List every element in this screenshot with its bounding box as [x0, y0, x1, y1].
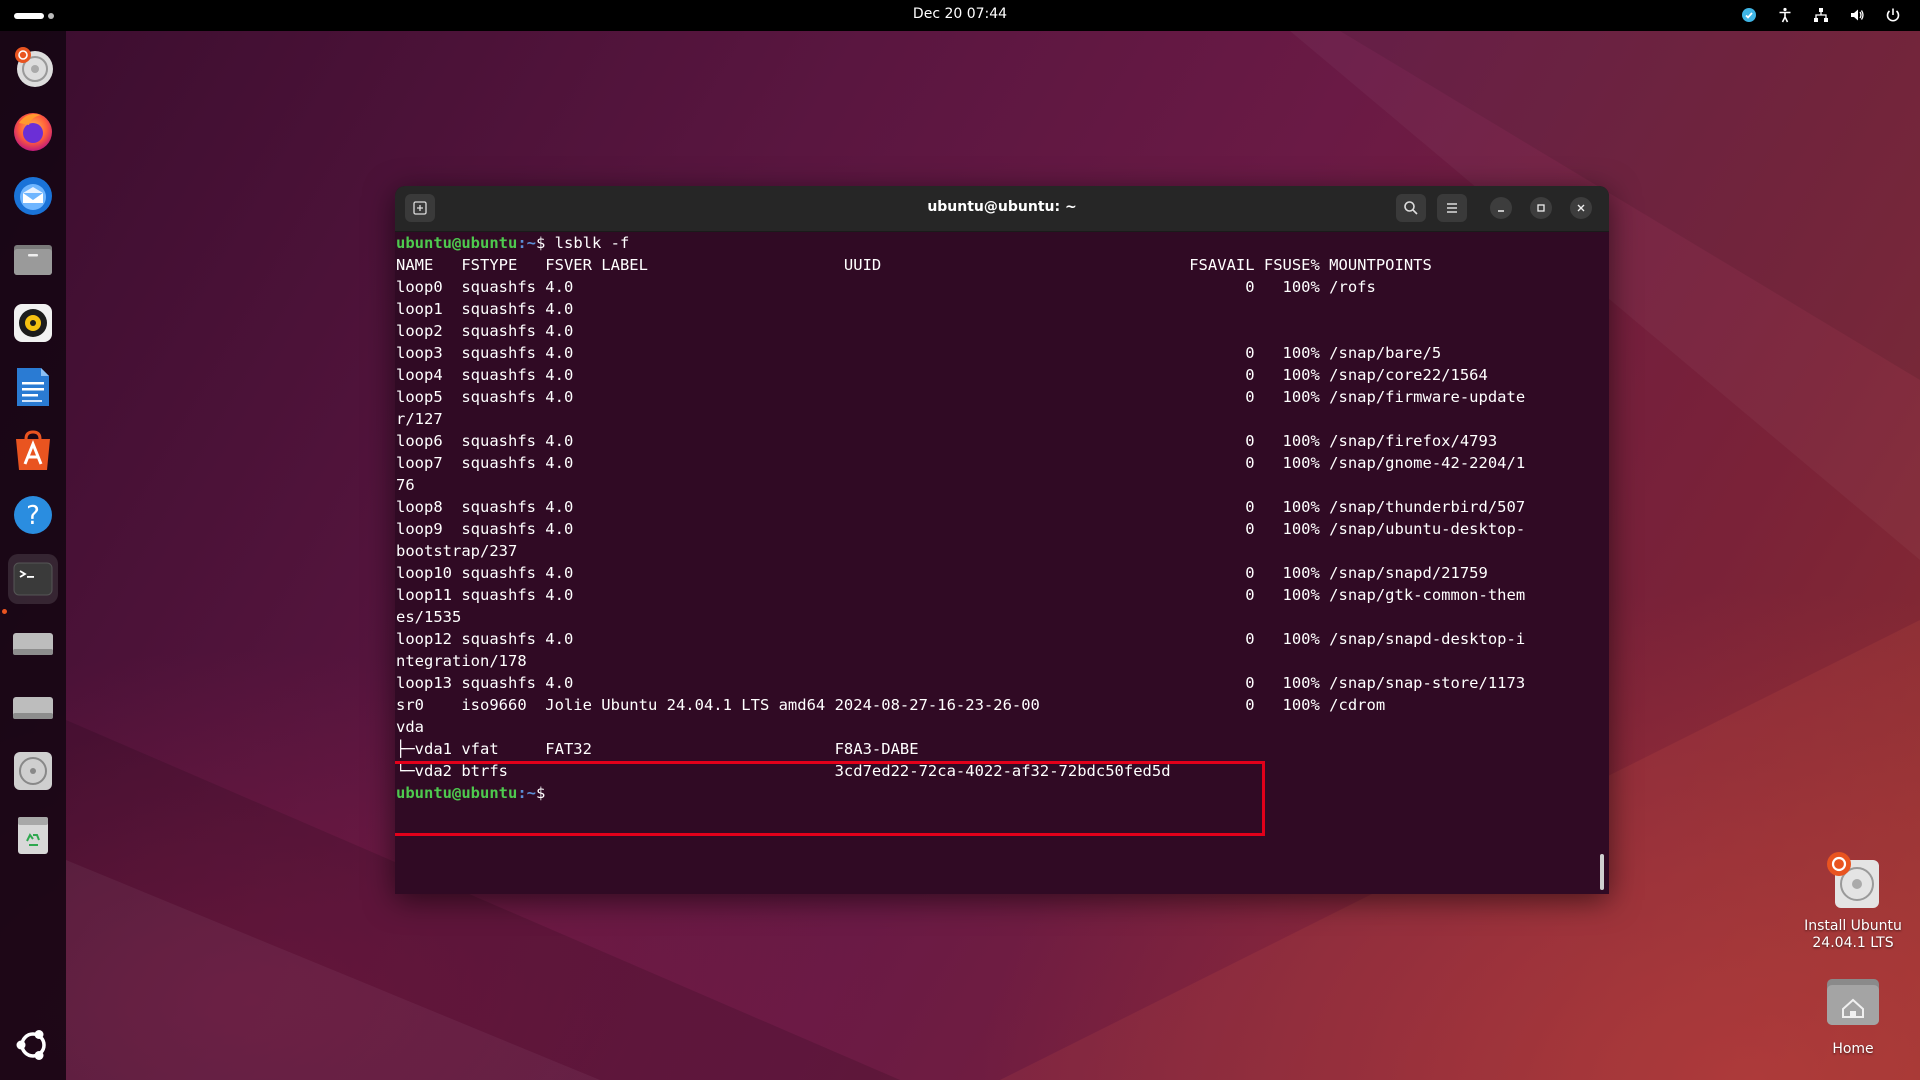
terminal-icon	[13, 562, 53, 596]
power-icon[interactable]	[1884, 6, 1902, 24]
dock-libreoffice-writer[interactable]	[8, 362, 58, 412]
output-line: loop8 squashfs 4.0 0 100% /snap/thunderb…	[396, 498, 1526, 516]
close-button[interactable]	[1570, 197, 1592, 219]
show-apps-button[interactable]	[8, 1020, 58, 1070]
clock-text[interactable]: Dec 20 07:44	[913, 6, 1007, 22]
maximize-button[interactable]	[1530, 197, 1552, 219]
terminal-content[interactable]: ubuntu@ubuntu:~$ lsblk -f NAME FSTYPE FS…	[395, 232, 1609, 894]
app-center-icon	[16, 430, 50, 470]
prompt-user: ubuntu@ubuntu	[396, 234, 518, 252]
desktop-icon-label-line2: 24.04.1 LTS	[1812, 935, 1894, 951]
minimize-icon	[1498, 210, 1504, 212]
system-tray[interactable]	[1740, 5, 1902, 25]
output-line: 76	[396, 476, 415, 494]
clock[interactable]: Dec 20 07:44	[0, 6, 1920, 22]
help-icon: ?	[14, 496, 52, 534]
desktop-icon-label-line1: Home	[1832, 1041, 1874, 1057]
dock-help[interactable]: ?	[8, 490, 58, 540]
rhythmbox-icon	[14, 304, 52, 342]
drive-icon	[13, 633, 53, 655]
output-line: sr0 iso9660 Jolie Ubuntu 24.04.1 LTS amd…	[396, 696, 1386, 714]
output-line: ├─vda1 vfat FAT32 F8A3-DABE	[396, 740, 919, 758]
terminal-running-indicator	[2, 609, 7, 614]
ubuntu-logo-icon	[16, 1030, 46, 1060]
output-line: loop1 squashfs 4.0	[396, 300, 574, 318]
trash-icon	[18, 817, 48, 854]
dock-rhythmbox[interactable]	[8, 298, 58, 348]
dock-optical-drive[interactable]	[8, 746, 58, 796]
window-title: ubuntu@ubuntu: ~	[927, 199, 1077, 215]
output-line: bootstrap/237	[396, 542, 518, 560]
menu-button[interactable]	[1437, 194, 1467, 222]
output-line: loop11 squashfs 4.0 0 100% /snap/gtk-com…	[396, 586, 1526, 604]
installer-icon	[15, 47, 53, 87]
volume-icon[interactable]	[1848, 6, 1866, 24]
dock-thunderbird[interactable]	[8, 170, 58, 220]
svg-text:?: ?	[26, 501, 40, 531]
output-line: loop2 squashfs 4.0	[396, 322, 574, 340]
accessibility-icon[interactable]	[1776, 6, 1794, 24]
prompt-path: :~	[517, 234, 536, 252]
thunderbird-icon	[14, 177, 52, 215]
search-button[interactable]	[1396, 194, 1426, 222]
output-line: es/1535	[396, 608, 462, 626]
dock-terminal[interactable]	[8, 554, 58, 604]
dock: ?	[0, 31, 66, 1080]
output-line: loop7 squashfs 4.0 0 100% /snap/gnome-42…	[396, 454, 1526, 472]
output-line: loop3 squashfs 4.0 0 100% /snap/bare/5	[396, 344, 1442, 362]
search-icon	[1404, 201, 1418, 215]
desktop-home-folder[interactable]: Home	[1798, 975, 1908, 1058]
dock-firefox[interactable]	[8, 106, 58, 156]
home-folder-icon	[1825, 975, 1881, 1035]
top-bar: Dec 20 07:44	[0, 0, 1920, 31]
minimize-button[interactable]	[1490, 197, 1512, 219]
installer-icon	[1825, 852, 1881, 912]
output-line: loop4 squashfs 4.0 0 100% /snap/core22/1…	[396, 366, 1488, 384]
dock-install-ubuntu[interactable]	[8, 42, 58, 92]
dock-app-center[interactable]	[8, 426, 58, 476]
output-line: loop9 squashfs 4.0 0 100% /snap/ubuntu-d…	[396, 520, 1526, 538]
network-icon[interactable]	[1812, 6, 1830, 24]
update-icon[interactable]	[1740, 6, 1758, 24]
dock-drive-1[interactable]	[8, 618, 58, 668]
desktop-install-ubuntu[interactable]: Install Ubuntu 24.04.1 LTS	[1798, 852, 1908, 952]
dock-drive-2[interactable]	[8, 682, 58, 732]
output-line: vda	[396, 718, 424, 736]
output-line: loop13 squashfs 4.0 0 100% /snap/snap-st…	[396, 674, 1526, 692]
dock-files[interactable]	[8, 234, 58, 284]
dock-trash[interactable]	[8, 810, 58, 860]
output-line: ntegration/178	[396, 652, 527, 670]
maximize-icon	[1537, 204, 1545, 212]
output-line: loop10 squashfs 4.0 0 100% /snap/snapd/2…	[396, 564, 1488, 582]
highlight-box	[395, 761, 1265, 836]
disc-icon	[14, 752, 52, 790]
terminal-scrollbar[interactable]	[1600, 854, 1604, 890]
output-line: loop6 squashfs 4.0 0 100% /snap/firefox/…	[396, 432, 1498, 450]
terminal-titlebar[interactable]: ubuntu@ubuntu: ~	[395, 186, 1609, 232]
firefox-icon	[14, 113, 52, 151]
desktop-icon-label-line1: Install Ubuntu	[1804, 918, 1902, 934]
output-line: NAME FSTYPE FSVER LABEL UUID FSAVAIL FSU…	[396, 256, 1432, 274]
drive-icon	[13, 697, 53, 719]
output-line: loop0 squashfs 4.0 0 100% /rofs	[396, 278, 1376, 296]
terminal-window[interactable]: ubuntu@ubuntu: ~ ubuntu@ubuntu:~$ lsblk …	[395, 186, 1609, 894]
output-line: r/127	[396, 410, 443, 428]
files-icon	[14, 245, 52, 275]
prompt-symbol: $	[536, 234, 555, 252]
command-text: lsblk -f	[554, 234, 630, 252]
output-line: loop5 squashfs 4.0 0 100% /snap/firmware…	[396, 388, 1526, 406]
command-line: ubuntu@ubuntu:~$ lsblk -f	[395, 232, 1609, 254]
close-icon	[1577, 204, 1585, 212]
writer-icon	[17, 368, 49, 406]
hamburger-menu-icon	[1447, 203, 1457, 213]
output-line: loop12 squashfs 4.0 0 100% /snap/snapd-d…	[396, 630, 1526, 648]
command-output: NAME FSTYPE FSVER LABEL UUID FSAVAIL FSU…	[395, 254, 1609, 782]
